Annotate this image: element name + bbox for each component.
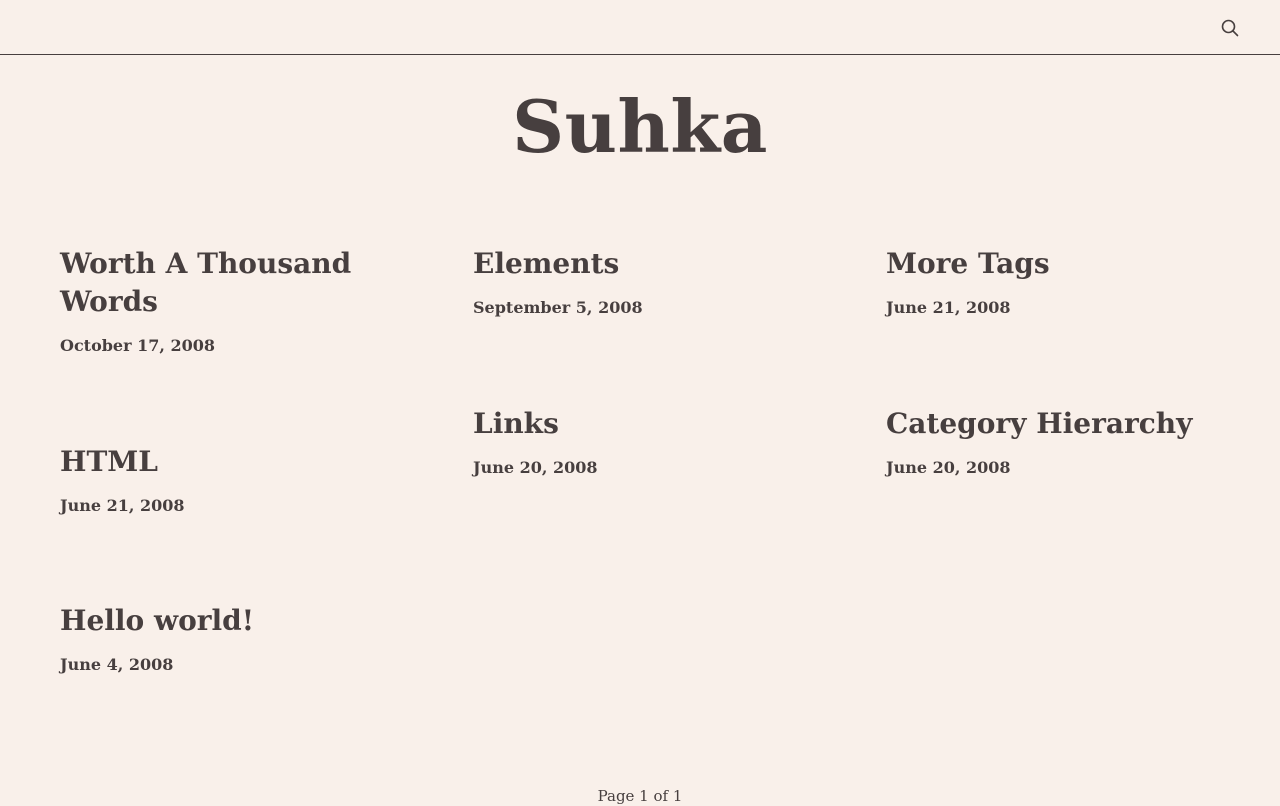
post-card: Hello world! June 4, 2008 [60, 602, 400, 676]
post-title[interactable]: More Tags [886, 245, 1226, 283]
post-title[interactable]: Worth A Thousand Words [60, 245, 400, 321]
top-bar [0, 0, 1280, 55]
search-button[interactable] [1218, 16, 1242, 40]
post-title[interactable]: Elements [473, 245, 813, 283]
post-card: Links June 20, 2008 [473, 405, 813, 479]
post-date[interactable]: June 21, 2008 [886, 297, 1226, 319]
post-date[interactable]: June 20, 2008 [473, 457, 813, 479]
post-title[interactable]: Links [473, 405, 813, 443]
post-date[interactable]: June 21, 2008 [60, 495, 400, 517]
post-title[interactable]: Category Hierarchy [886, 405, 1226, 443]
post-card: HTML June 21, 2008 [60, 443, 400, 517]
post-card: Elements September 5, 2008 [473, 245, 813, 319]
post-card: More Tags June 21, 2008 [886, 245, 1226, 319]
post-date[interactable]: September 5, 2008 [473, 297, 813, 319]
post-card: Category Hierarchy June 20, 2008 [886, 405, 1226, 479]
post-date[interactable]: October 17, 2008 [60, 335, 400, 357]
post-card: Worth A Thousand Words October 17, 2008 [60, 245, 400, 357]
post-date[interactable]: June 20, 2008 [886, 457, 1226, 479]
search-icon [1221, 19, 1239, 37]
post-title[interactable]: Hello world! [60, 602, 400, 640]
pagination-label: Page 1 of 1 [597, 787, 683, 805]
post-date[interactable]: June 4, 2008 [60, 654, 400, 676]
post-title[interactable]: HTML [60, 443, 400, 481]
site-title[interactable]: Suhka [0, 82, 1280, 172]
